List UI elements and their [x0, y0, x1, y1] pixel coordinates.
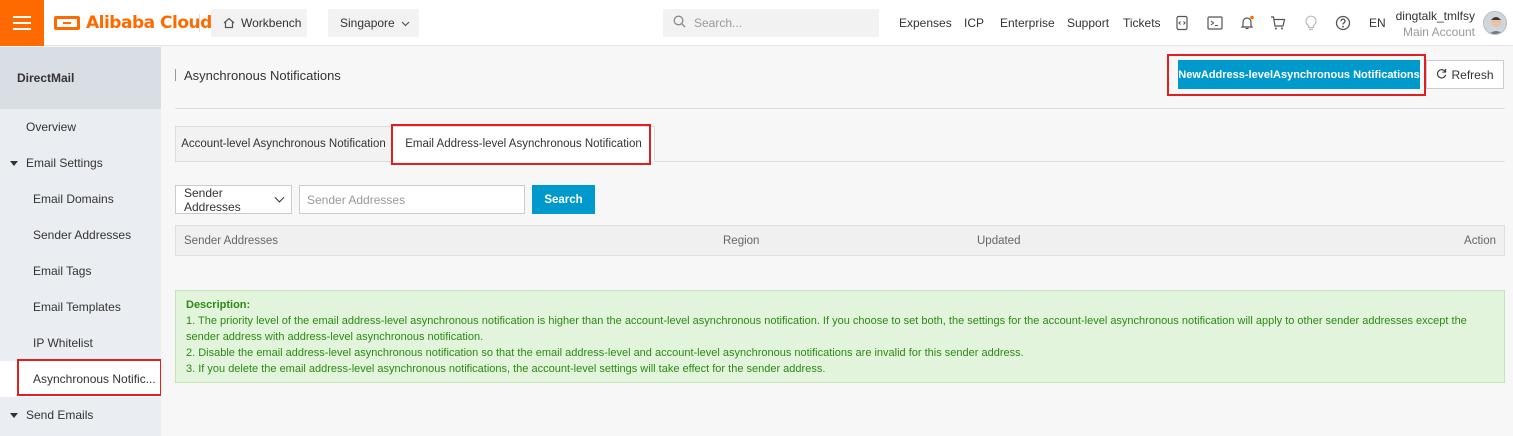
help-icon[interactable]: [1334, 14, 1352, 32]
filter-select-value: Sender Addresses: [184, 185, 241, 214]
search-icon: [673, 15, 686, 31]
main-content: Asynchronous Notifications NewAddress-le…: [161, 47, 1513, 436]
home-icon: [223, 17, 235, 29]
bell-icon[interactable]: [1238, 14, 1256, 32]
brand-name: Alibaba Cloud: [86, 13, 212, 33]
sidebar-group-send-emails[interactable]: Send Emails: [0, 397, 161, 433]
description-line: 1. The priority level of the email addre…: [186, 315, 1467, 343]
nav-icp[interactable]: ICP: [964, 16, 984, 30]
nav-support[interactable]: Support: [1067, 16, 1109, 30]
sidebar-group-label: Send Emails: [26, 408, 94, 422]
brand-logo[interactable]: Alibaba Cloud: [54, 12, 212, 34]
nav-expenses[interactable]: Expenses: [899, 16, 952, 30]
highlight-box: [1167, 54, 1426, 96]
region-selector[interactable]: Singapore: [328, 9, 419, 37]
code-icon[interactable]: [1173, 14, 1191, 32]
sidebar-item-ip-whitelist[interactable]: IP Whitelist: [0, 325, 161, 361]
lightbulb-icon[interactable]: [1302, 14, 1320, 32]
column-header-action: Action: [1464, 235, 1496, 247]
highlight-box: [17, 359, 162, 396]
workbench-label: Workbench: [241, 16, 302, 30]
caret-down-icon: [10, 160, 18, 166]
page-title-text: Asynchronous Notifications: [184, 67, 341, 83]
filter-select[interactable]: Sender Addresses: [175, 185, 292, 214]
sidebar-item-email-domains[interactable]: Email Domains: [0, 181, 161, 217]
menu-icon[interactable]: [0, 0, 44, 46]
refresh-label: Refresh: [1451, 67, 1494, 82]
alibaba-cloud-logo-icon: [54, 16, 80, 30]
description-line: 2. Disable the email address-level async…: [186, 347, 1024, 359]
nav-tickets[interactable]: Tickets: [1123, 16, 1161, 30]
cart-icon[interactable]: [1269, 14, 1287, 32]
refresh-button[interactable]: Refresh: [1426, 60, 1504, 89]
region-label: Singapore: [340, 16, 395, 30]
column-header-region: Region: [723, 235, 760, 247]
divider: [199, 14, 200, 32]
sidebar-item-email-templates[interactable]: Email Templates: [0, 289, 161, 325]
nav-enterprise[interactable]: Enterprise: [1000, 16, 1055, 30]
caret-down-icon: [10, 412, 18, 418]
tab-account-level[interactable]: Account-level Asynchronous Notification: [175, 126, 392, 162]
user-role: Main Account: [1402, 25, 1475, 39]
column-header-sender-addresses: Sender Addresses: [184, 235, 278, 247]
top-bar: Alibaba Cloud Workbench Singapore Search…: [0, 0, 1513, 46]
refresh-icon: [1436, 68, 1447, 82]
search-placeholder: Search...: [694, 16, 743, 30]
sidebar-item-email-tags[interactable]: Email Tags: [0, 253, 161, 289]
avatar[interactable]: [1483, 11, 1507, 35]
sidebar-item-sender-addresses[interactable]: Sender Addresses: [0, 217, 161, 253]
table-header: Sender Addresses Region Updated Action: [175, 225, 1505, 256]
divider: [175, 108, 1505, 109]
workbench-button[interactable]: Workbench: [211, 9, 307, 37]
page-title: Asynchronous Notifications: [175, 67, 341, 83]
global-search[interactable]: Search...: [663, 9, 879, 37]
sender-address-search-input[interactable]: [299, 185, 525, 214]
description-line: 3. If you delete the email address-level…: [186, 363, 826, 375]
column-header-updated: Updated: [977, 235, 1021, 247]
user-account[interactable]: dingtalk_tmlfsy Main Account: [1395, 8, 1475, 40]
sidebar-group-email-settings[interactable]: Email Settings: [0, 145, 161, 181]
terminal-icon[interactable]: [1206, 14, 1224, 32]
chevron-down-icon: [401, 16, 410, 30]
search-button[interactable]: Search: [532, 185, 595, 214]
description-panel: Description: 1. The priority level of th…: [175, 290, 1505, 383]
description-title: Description:: [186, 299, 251, 311]
sidebar-group-label: Email Settings: [26, 156, 103, 170]
language-switch[interactable]: EN: [1369, 16, 1386, 30]
sidebar-item-overview[interactable]: Overview: [0, 109, 161, 145]
sidebar-title: DirectMail: [0, 47, 161, 109]
highlight-box: [391, 124, 651, 165]
tab-bar: Account-level Asynchronous Notification …: [175, 126, 1505, 162]
user-name: dingtalk_tmlfsy: [1395, 9, 1475, 23]
